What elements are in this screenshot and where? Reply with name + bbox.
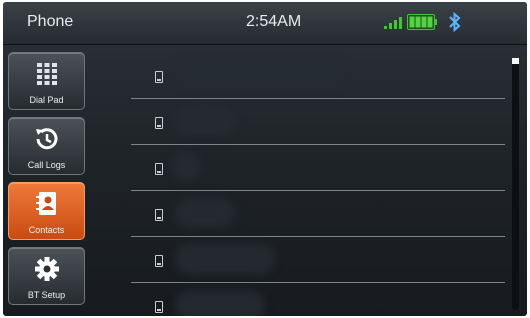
list-item[interactable] — [131, 236, 505, 283]
list-item[interactable] — [131, 98, 505, 145]
call-logs-icon — [35, 128, 57, 150]
phone-icon — [155, 71, 163, 83]
phone-icon — [155, 117, 163, 129]
phone-icon — [155, 301, 163, 313]
bluetooth-icon — [449, 12, 461, 32]
redacted-name — [175, 244, 275, 274]
redacted-name — [175, 198, 235, 228]
sidebar-item-label: Dial Pad — [29, 95, 64, 105]
signal-bars-icon — [384, 17, 402, 29]
contacts-list — [131, 52, 505, 316]
sidebar-item-bt-setup[interactable]: BT Setup — [8, 247, 85, 305]
sidebar-item-label: Call Logs — [27, 160, 66, 170]
redacted-name — [171, 152, 201, 182]
sidebar-item-dial-pad[interactable]: Dial Pad — [8, 52, 85, 110]
redacted-name — [175, 60, 345, 90]
list-item[interactable] — [131, 52, 505, 99]
status-bar: Phone 2:54AM — [3, 2, 527, 45]
sidebar-item-call-logs[interactable]: Call Logs — [8, 117, 85, 175]
app-title: Phone — [27, 13, 74, 30]
scroll-thumb[interactable] — [512, 58, 519, 64]
scrollbar[interactable] — [512, 58, 519, 310]
contacts-icon — [35, 192, 56, 215]
gear-icon — [34, 257, 59, 281]
list-item[interactable] — [131, 282, 505, 316]
phone-icon — [155, 209, 163, 221]
battery-icon — [407, 14, 437, 30]
dial-pad-icon — [36, 63, 57, 85]
redacted-name — [175, 290, 265, 316]
sidebar-item-label: Contacts — [28, 225, 65, 235]
list-item[interactable] — [131, 144, 505, 191]
sidebar: Dial Pad Call Logs Contacts BT Setup — [3, 44, 93, 316]
sidebar-item-label: BT Setup — [27, 290, 66, 300]
phone-icon — [155, 163, 163, 175]
phone-screen: Phone 2:54AM Dial Pad Call Logs Contacts… — [3, 2, 527, 316]
phone-icon — [155, 255, 163, 267]
clock: 2:54AM — [246, 13, 302, 30]
list-item[interactable] — [131, 190, 505, 237]
redacted-name — [175, 106, 235, 136]
sidebar-item-contacts[interactable]: Contacts — [8, 182, 85, 240]
